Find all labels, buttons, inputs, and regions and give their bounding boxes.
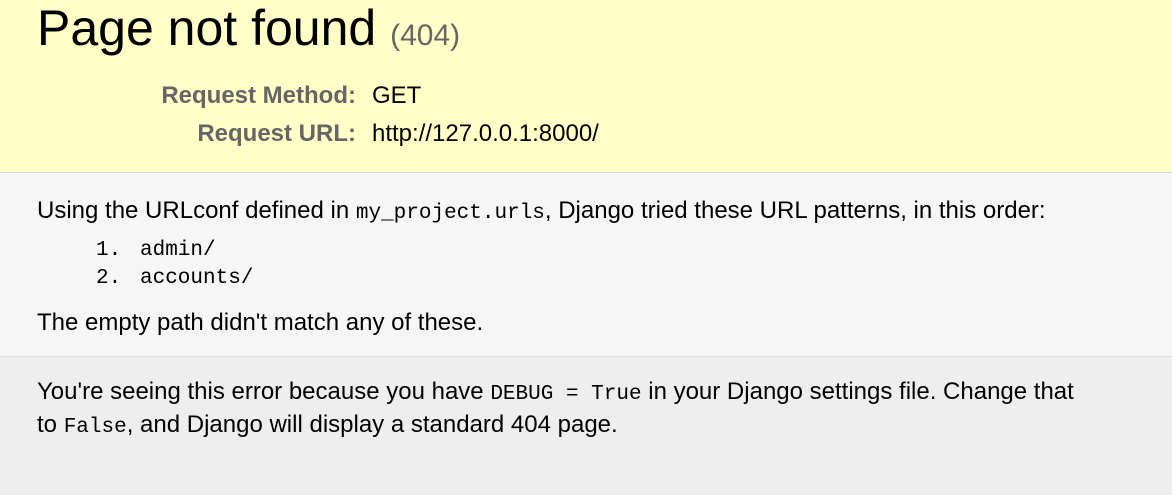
debug-explanation: You're seeing this error because you hav…: [0, 357, 1172, 495]
page-title-text: Page not found: [37, 0, 377, 56]
page-title: Page not found (404): [37, 0, 460, 64]
no-match-message: The empty path didn't match any of these…: [37, 309, 484, 336]
explanation-part: to: [37, 411, 64, 438]
urlconf-module: my_project.urls: [355, 202, 545, 225]
url-pattern: admin/: [140, 239, 216, 262]
explanation-part: in your Django settings file. Change tha…: [641, 378, 1074, 405]
request-url-label: Request URL:: [197, 120, 356, 147]
urlconf-info: Using the URLconf defined in my_project.…: [0, 173, 1172, 357]
list-item: 1. admin/: [96, 237, 253, 265]
url-pattern: accounts/: [140, 267, 254, 290]
request-url-value: http://127.0.0.1:8000/: [372, 120, 599, 147]
list-item: 2. accounts/: [96, 265, 253, 293]
debug-setting-code: DEBUG = True: [490, 383, 642, 406]
false-code: False: [63, 416, 127, 439]
debug-explanation-text: You're seeing this error because you hav…: [37, 377, 1172, 443]
request-method-label: Request Method:: [161, 82, 356, 109]
urlconf-intro: Using the URLconf defined in my_project.…: [37, 197, 1046, 225]
urlconf-intro-prefix: Using the URLconf defined in: [37, 197, 356, 224]
status-code: (404): [390, 19, 461, 52]
request-method-value: GET: [372, 82, 422, 109]
pattern-number: 2.: [96, 267, 122, 290]
url-pattern-list: 1. admin/ 2. accounts/: [96, 237, 253, 293]
error-summary: Page not found (404) Request Method: GET…: [0, 0, 1172, 173]
explanation-part: , and Django will display a standard 404…: [126, 411, 618, 438]
urlconf-intro-suffix: , Django tried these URL patterns, in th…: [544, 197, 1046, 224]
explanation-part: You're seeing this error because you hav…: [37, 378, 491, 405]
pattern-number: 1.: [96, 239, 122, 262]
